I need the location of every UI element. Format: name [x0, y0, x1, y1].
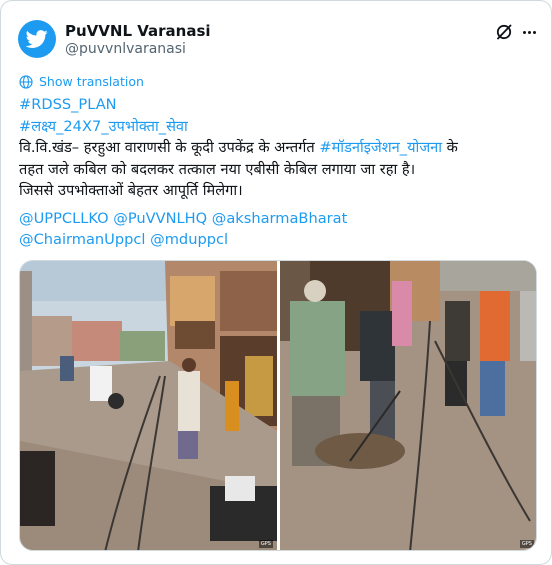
- more-icon: [522, 30, 536, 34]
- mention-puvvnlhq[interactable]: @PuVVNLHQ: [113, 210, 207, 227]
- more-button[interactable]: [519, 22, 539, 42]
- media-grid: GPS GPS: [19, 260, 537, 551]
- tweet-card: PuVVNL Varanasi @puvvnlvaranasi Show tra…: [0, 0, 552, 565]
- author-name[interactable]: PuVVNL Varanasi: [65, 22, 211, 40]
- grok-icon: [496, 24, 512, 40]
- tweet-photo-2[interactable]: GPS: [280, 261, 536, 550]
- tweet-photo-1[interactable]: GPS: [20, 261, 277, 550]
- bird-icon: [26, 30, 48, 48]
- show-translation-link[interactable]: Show translation: [19, 74, 144, 89]
- tweet-text-line-1: वि.वि.खंड– हरहुआ वाराणसी के कूदी उपकेंद्…: [19, 139, 320, 156]
- author-handle[interactable]: @puvvnlvaranasi: [65, 41, 186, 57]
- tweet-text: #RDSS_PLAN #लक्ष्य_24X7_उपभोक्ता_सेवा वि…: [19, 94, 539, 251]
- globe-icon: [19, 74, 33, 89]
- photo-stamp-2: GPS: [519, 540, 534, 548]
- hashtag-lakshya[interactable]: #लक्ष्य_24X7_उपभोक्ता_सेवा: [19, 118, 188, 135]
- hashtag-modernization[interactable]: #मॉडर्नाइजेशन_योजना: [319, 139, 442, 156]
- tweet-text-line-3: जिससे उपभोक्ताओं बेहतर आपूर्ति मिलेगा।: [19, 182, 243, 199]
- grok-button[interactable]: [494, 22, 514, 42]
- mention-chairmanuppcl[interactable]: @ChairmanUppcl: [19, 231, 145, 248]
- tweet-text-line-2: तहत जले कबिल को बदलकर तत्काल नया एबीसी क…: [19, 160, 416, 178]
- mention-aksharmabharat[interactable]: @aksharmaBharat: [212, 210, 348, 227]
- mention-mduppcl[interactable]: @mduppcl: [150, 231, 228, 248]
- hashtag-rdss-plan[interactable]: #RDSS_PLAN: [19, 96, 117, 113]
- mention-uppcllko[interactable]: @UPPCLLKO: [19, 210, 109, 227]
- tweet-text-line-1-tail: के: [442, 139, 458, 156]
- avatar[interactable]: [18, 20, 56, 58]
- photo-stamp-1: GPS: [258, 540, 273, 548]
- show-translation-label: Show translation: [39, 74, 144, 89]
